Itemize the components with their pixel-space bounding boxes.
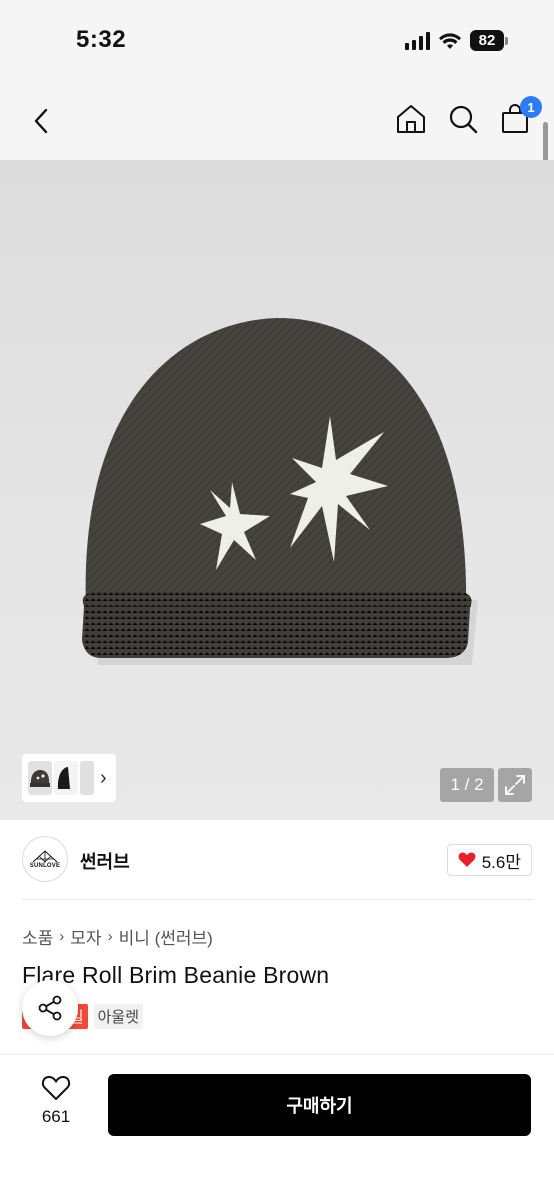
back-button[interactable] bbox=[24, 104, 58, 138]
wishlist-count: 661 bbox=[41, 1107, 71, 1126]
share-icon bbox=[38, 995, 62, 1021]
breadcrumb-item[interactable]: 모자 bbox=[70, 924, 101, 949]
thumbnail-partial-icon bbox=[80, 761, 94, 795]
cart-button[interactable]: 1 bbox=[498, 96, 542, 136]
thumbnail-beanie-side-icon bbox=[54, 761, 78, 795]
brand-like-count: 5.6만 bbox=[481, 852, 521, 872]
expand-image-button[interactable] bbox=[498, 768, 532, 802]
share-button[interactable] bbox=[22, 980, 78, 1036]
sun-logo-icon bbox=[32, 850, 58, 863]
cart-count-badge: 1 bbox=[520, 96, 542, 118]
wishlist-button[interactable]: 661 bbox=[30, 1075, 82, 1127]
search-button[interactable] bbox=[446, 102, 480, 136]
search-icon bbox=[449, 105, 478, 134]
status-time: 5:32 bbox=[76, 26, 127, 53]
outlet-tag: 아울렛 bbox=[93, 1004, 144, 1029]
brand-like-button[interactable]: 5.6만 bbox=[446, 844, 532, 876]
cellular-signal-icon bbox=[405, 31, 430, 50]
breadcrumb: 소품 › 모자 › 비니 (썬러브) bbox=[22, 924, 213, 949]
thumbnail-beanie-icon bbox=[28, 761, 52, 795]
expand-icon bbox=[505, 775, 525, 795]
wifi-icon bbox=[439, 32, 461, 49]
battery-icon: 82 bbox=[470, 30, 508, 51]
breadcrumb-separator-icon: › bbox=[107, 928, 113, 945]
chevron-left-icon bbox=[34, 108, 48, 134]
brand-logo-text: SUNLOVE bbox=[29, 863, 61, 869]
beanie-product-image bbox=[82, 318, 478, 665]
image-page-counter: 1 / 2 bbox=[440, 768, 494, 802]
top-nav-bar: 1 bbox=[0, 84, 554, 160]
battery-level: 82 bbox=[470, 30, 504, 51]
home-button[interactable] bbox=[394, 102, 428, 136]
breadcrumb-separator-icon: › bbox=[59, 928, 65, 945]
thumbnail-3[interactable] bbox=[80, 761, 94, 795]
brand-name[interactable]: 썬러브 bbox=[80, 848, 130, 874]
breadcrumb-item[interactable]: 소품 bbox=[22, 924, 53, 949]
thumbnail-1[interactable] bbox=[28, 761, 52, 795]
brand-row[interactable]: SUNLOVE 썬러브 5.6만 bbox=[0, 820, 554, 900]
home-icon bbox=[397, 105, 425, 133]
product-title: Flare Roll Brim Beanie Brown bbox=[22, 962, 330, 988]
nav-actions: 1 bbox=[394, 96, 542, 136]
status-icons: 82 bbox=[405, 30, 508, 51]
brand-logo[interactable]: SUNLOVE bbox=[22, 836, 68, 882]
buy-button[interactable]: 구매하기 bbox=[108, 1074, 531, 1136]
breadcrumb-item[interactable]: 비니 (썬러브) bbox=[119, 924, 213, 949]
section-divider bbox=[22, 899, 532, 900]
thumbnail-next-icon[interactable]: › bbox=[100, 767, 107, 790]
heart-outline-icon bbox=[41, 1076, 71, 1100]
status-bar: 5:32 82 bbox=[0, 0, 554, 84]
thumbnail-strip[interactable]: › bbox=[22, 754, 116, 802]
bottom-action-bar: 661 구매하기 bbox=[0, 1054, 554, 1200]
heart-filled-icon bbox=[458, 852, 476, 867]
product-image-gallery[interactable]: › 1 / 2 bbox=[0, 160, 554, 820]
thumbnail-2[interactable] bbox=[54, 761, 78, 795]
